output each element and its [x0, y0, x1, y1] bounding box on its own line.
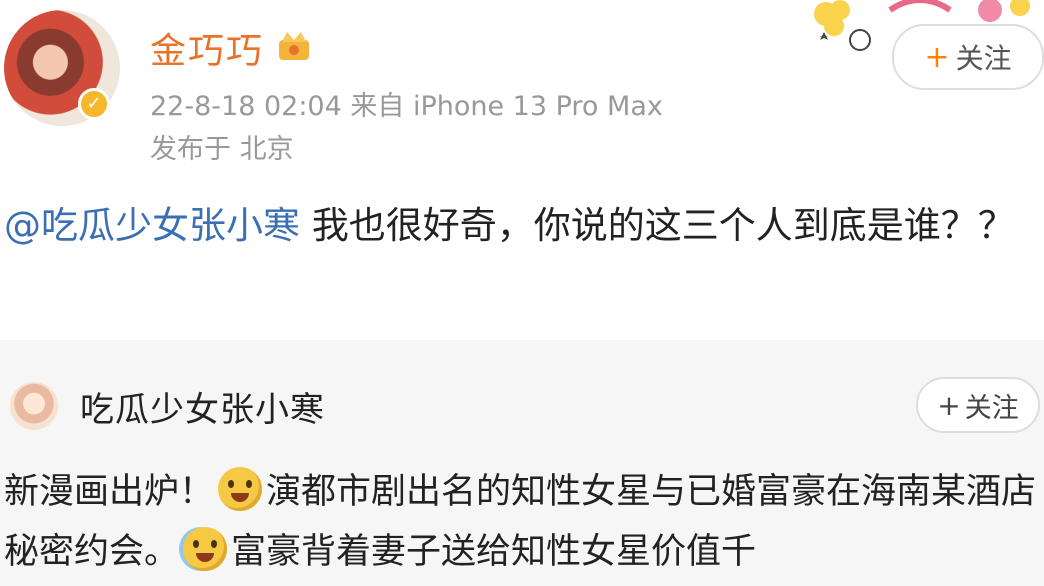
follow-button-label: 关注 — [964, 392, 1019, 424]
mention-link[interactable]: @吃瓜少女张小寒 — [4, 204, 300, 247]
post-timestamp[interactable]: 22-8-18 02:04 — [150, 91, 342, 122]
laughing-emoji-icon — [218, 467, 263, 511]
repost-avatar[interactable] — [10, 382, 58, 430]
post-body: @吃瓜少女张小寒 我也很好奇，你说的这三个人到底是谁？？ — [4, 198, 1040, 254]
verified-badge-icon: ✓ — [78, 88, 110, 120]
crown-member-icon — [279, 32, 309, 60]
post-location: 发布于 北京 — [150, 134, 294, 165]
plus-icon: + — [937, 388, 961, 422]
post-source: 来自 iPhone 13 Pro Max — [350, 91, 663, 122]
post-body-text: 我也很好奇，你说的这三个人到底是谁？？ — [300, 204, 1015, 247]
follow-button[interactable]: + 关注 — [892, 24, 1044, 90]
repost-text-part1: 新漫画出炉！ — [4, 472, 215, 512]
repost-text-part3: 富豪背着妻子送给知性女星价值千 — [231, 532, 757, 572]
repost-follow-button[interactable]: + 关注 — [916, 377, 1040, 433]
follow-button-label: 关注 — [955, 42, 1012, 75]
repost-author-name[interactable]: 吃瓜少女张小寒 — [80, 382, 325, 431]
post-meta: 22-8-18 02:04 来自 iPhone 13 Pro Max — [150, 84, 663, 123]
repost-body: 新漫画出炉！ 演都市剧出名的知性女星与已婚富豪在海南某酒店秘密约会。 富豪背着妻子送… — [4, 462, 1040, 582]
sweating-emoji-icon — [183, 527, 228, 571]
plus-icon: + — [924, 39, 950, 75]
post-author-name[interactable]: 金巧巧 — [150, 22, 264, 74]
